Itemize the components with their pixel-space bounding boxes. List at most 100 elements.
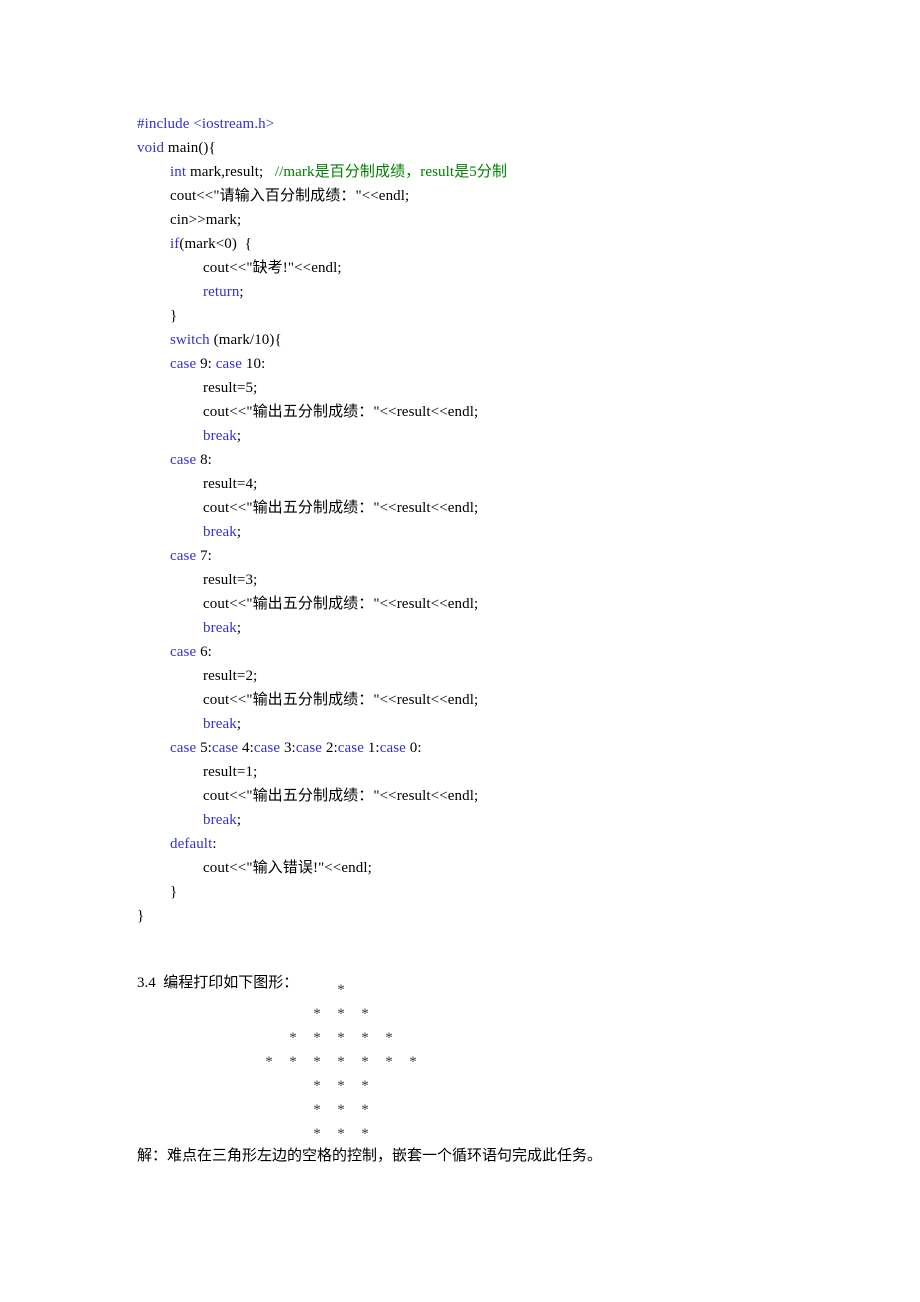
code-token: 7:: [196, 548, 212, 564]
code-token: result=2;: [203, 668, 258, 684]
star-spacer: *: [185, 1098, 209, 1122]
star-spacer: *: [233, 978, 257, 1002]
code-token: result=5;: [203, 380, 258, 396]
star-spacer: *: [209, 1074, 233, 1098]
star-glyph: *: [409, 1054, 417, 1070]
code-token: cout<<"请输入百分制成绩："<<endl;: [170, 188, 410, 204]
code-token: 6:: [196, 644, 212, 660]
code-token: cin>>mark;: [170, 212, 242, 228]
solution-note: 解：难点在三角形左边的空格的控制，嵌套一个循环语句完成此任务。: [137, 1148, 603, 1164]
code-token: if: [170, 236, 180, 252]
code-token: #include: [137, 116, 194, 132]
code-token: break: [203, 812, 237, 828]
code-token: 4:: [238, 740, 254, 756]
code-token: break: [203, 716, 237, 732]
star-spacer: *: [161, 1074, 185, 1098]
code-line: if(mark<0) {: [137, 232, 837, 256]
code-token: <iostream.h>: [193, 116, 275, 132]
code-token: cout<<"输出五分制成绩："<<result<<endl;: [203, 596, 479, 612]
code-token: int: [170, 164, 187, 180]
code-line: result=5;: [137, 376, 837, 400]
star-glyph: *: [337, 1102, 345, 1118]
code-token: }: [170, 308, 178, 324]
code-token: ;: [236, 428, 242, 444]
star-glyph: *: [313, 1102, 321, 1118]
star-spacer: *: [233, 1074, 257, 1098]
star-glyph: *: [313, 1126, 321, 1142]
star-spacer: *: [257, 1002, 281, 1026]
star-spacer: *: [137, 1122, 161, 1146]
code-token: break: [203, 428, 237, 444]
code-line: return;: [137, 280, 837, 304]
code-token: cout<<"输出五分制成绩："<<result<<endl;: [203, 692, 479, 708]
code-line: }: [137, 304, 837, 328]
code-line: void main(){: [137, 136, 837, 160]
code-token: //mark是百分制成绩，result是5分制: [274, 164, 508, 180]
star-glyph: *: [289, 1054, 297, 1070]
star-spacer: *: [137, 1026, 161, 1050]
code-line: case 7:: [137, 544, 837, 568]
star-glyph: *: [313, 1078, 321, 1094]
star-spacer: *: [185, 1122, 209, 1146]
star-spacer: *: [209, 1122, 233, 1146]
code-line: }: [137, 904, 837, 928]
star-glyph: *: [313, 1030, 321, 1046]
code-line: result=3;: [137, 568, 837, 592]
code-line: }: [137, 880, 837, 904]
code-token: case: [379, 740, 406, 756]
code-line: cout<<"输出五分制成绩："<<result<<endl;: [137, 496, 837, 520]
star-spacer: *: [209, 1002, 233, 1026]
star-spacer: *: [209, 1098, 233, 1122]
code-line: break;: [137, 808, 837, 832]
code-token: case: [211, 740, 239, 756]
star-spacer: *: [257, 978, 281, 1002]
star-spacer: *: [137, 1098, 161, 1122]
code-line: cout<<"输出五分制成绩："<<result<<endl;: [137, 688, 837, 712]
code-line: case 8:: [137, 448, 837, 472]
code-listing: #include <iostream.h> void main(){int mar…: [137, 112, 837, 928]
code-token: case: [170, 548, 197, 564]
code-token: result=3;: [203, 572, 258, 588]
star-spacer: *: [233, 1122, 257, 1146]
star-spacer: *: [257, 1026, 281, 1050]
code-token: 1:: [363, 740, 380, 756]
star-glyph: *: [337, 1054, 345, 1070]
code-line: break;: [137, 424, 837, 448]
code-token: default: [170, 836, 213, 852]
star-spacer: *: [161, 1050, 185, 1074]
star-spacer: *: [209, 978, 233, 1002]
star-spacer: *: [209, 1026, 233, 1050]
code-token: (mark<0) {: [179, 236, 252, 252]
code-token: switch: [170, 332, 210, 348]
star-spacer: *: [257, 1122, 281, 1146]
code-token: void: [137, 140, 165, 156]
code-line: cout<<"输出五分制成绩："<<result<<endl;: [137, 592, 837, 616]
code-token: ;: [236, 524, 242, 540]
code-line: cout<<"输出五分制成绩："<<result<<endl;: [137, 400, 837, 424]
star-spacer: *: [281, 1074, 305, 1098]
star-spacer: *: [185, 1074, 209, 1098]
star-row: **********: [137, 1122, 737, 1146]
star-spacer: *: [185, 1002, 209, 1026]
code-token: case: [295, 740, 323, 756]
star-spacer: *: [233, 1002, 257, 1026]
star-row: **********: [137, 1098, 737, 1122]
star-glyph: *: [361, 1126, 369, 1142]
code-token: main(){: [164, 140, 216, 156]
code-token: ;: [236, 620, 242, 636]
code-line: #include <iostream.h>: [137, 112, 837, 136]
code-line: switch (mark/10){: [137, 328, 837, 352]
code-token: 8:: [196, 452, 212, 468]
star-glyph: *: [361, 1102, 369, 1118]
code-line: result=2;: [137, 664, 837, 688]
code-token: ;: [236, 812, 242, 828]
code-line: case 9: case 10:: [137, 352, 837, 376]
code-token: case: [215, 356, 243, 372]
star-glyph: *: [361, 1006, 369, 1022]
star-row: ***********: [137, 1026, 737, 1050]
star-spacer: *: [281, 978, 305, 1002]
code-token: case: [170, 644, 197, 660]
code-line: cout<<"缺考!"<<endl;: [137, 256, 837, 280]
star-glyph: *: [385, 1054, 393, 1070]
code-token: 5:: [196, 740, 212, 756]
